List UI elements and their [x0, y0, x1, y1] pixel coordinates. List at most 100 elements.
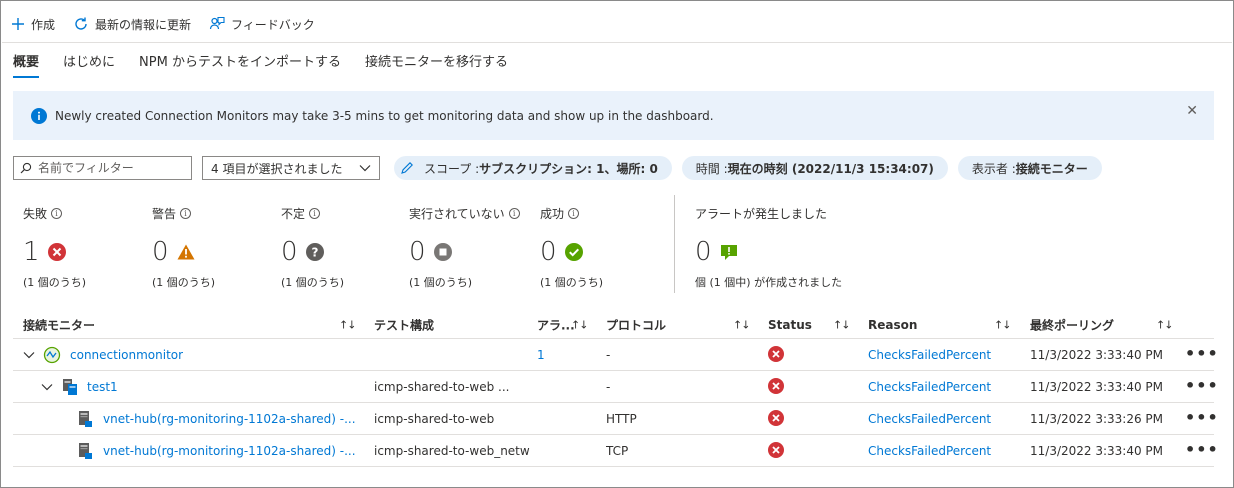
feedback-button[interactable]: フィードバック: [209, 16, 315, 33]
alerts-sub: 個 (1 個中) が作成されました: [695, 276, 843, 289]
stopped-icon: [433, 243, 452, 261]
sort-icon[interactable]: ↑↓: [833, 318, 849, 331]
reason-link[interactable]: ChecksFailedPercent: [868, 380, 991, 394]
info-icon[interactable]: i: [568, 208, 580, 219]
stat-label: 警告: [152, 207, 177, 221]
info-icon[interactable]: i: [309, 208, 321, 219]
stat-sub: (1 個のうち): [152, 276, 216, 289]
alerts-cell[interactable]: 1: [537, 348, 545, 362]
protocol-cell: HTTP: [606, 411, 637, 426]
time-prefix: 時間 :: [695, 161, 728, 176]
protocol-cell: TCP: [606, 443, 629, 458]
viewer-prefix: 表示者 :: [971, 161, 1016, 176]
stat-label: 失敗: [23, 207, 48, 221]
chevron-down-icon[interactable]: [41, 381, 53, 393]
tab-import-npm[interactable]: NPM からテストをインポートする: [139, 51, 341, 78]
info-icon[interactable]: i: [180, 208, 192, 219]
alert-flag-icon: [720, 245, 737, 260]
stat-sub: (1 個のうち): [281, 276, 345, 289]
error-icon: [768, 410, 784, 426]
last-polling-cell: 11/3/2022 3:33:26 PM: [1030, 411, 1164, 426]
toolbar-divider: [2, 42, 1232, 43]
info-banner: Newly created Connection Monitors may ta…: [13, 91, 1214, 140]
test-config-cell: icmp-shared-to-web ...: [374, 379, 510, 394]
info-icon: [31, 107, 47, 124]
filter-bar: 4 項目が選択されました スコープ : サブスクリプション: 1、場所: 0 時…: [13, 156, 1102, 180]
endpoint-link[interactable]: vnet-hub(rg-monitoring-1102a-shared) -..…: [103, 412, 356, 426]
stat-success[interactable]: 成功 i 0 (1 個のうち): [540, 205, 603, 290]
test-group-link[interactable]: test1: [87, 380, 118, 394]
refresh-button[interactable]: 最新の情報に更新: [73, 16, 191, 33]
col-alerts[interactable]: アラ...: [537, 316, 575, 333]
stat-warning[interactable]: 警告 i 0 (1 個のうち): [152, 205, 215, 290]
stat-label: 不定: [281, 207, 306, 221]
app-frame: 作成 最新の情報に更新 フィードバック 概要 はじめに NPM からテストをイン…: [0, 0, 1234, 488]
scope-value: サブスクリプション: 1、場所: 0: [479, 161, 658, 176]
viewer-filter-pill[interactable]: 表示者 : 接続モニター: [957, 156, 1102, 180]
stat-failed[interactable]: 失敗 i 1 (1 個のうち): [23, 205, 86, 290]
stat-sub: (1 個のうち): [540, 276, 604, 289]
stat-unknown[interactable]: 不定 i 0 ? (1 個のうち): [281, 205, 344, 290]
stat-count: 0: [409, 237, 426, 267]
protocol-cell: -: [606, 347, 611, 362]
feedback-icon: [209, 16, 225, 30]
vm-icon: [79, 411, 92, 427]
item-select-dropdown[interactable]: 4 項目が選択されました: [202, 156, 380, 180]
more-actions-icon[interactable]: •••: [1185, 349, 1219, 359]
col-last-polling[interactable]: 最終ポーリング: [1030, 316, 1114, 333]
more-actions-icon[interactable]: •••: [1185, 445, 1219, 455]
sort-icon[interactable]: ↑↓: [339, 318, 355, 331]
col-test-config[interactable]: テスト構成: [374, 316, 434, 333]
viewer-value: 接続モニター: [1015, 161, 1088, 176]
search-icon: [20, 162, 32, 174]
create-button[interactable]: 作成: [11, 16, 55, 33]
table-row[interactable]: test1 icmp-shared-to-web ... - ChecksFai…: [13, 371, 1218, 403]
time-filter-pill[interactable]: 時間 : 現在の時刻 (2022/11/3 15:34:07): [681, 156, 948, 180]
sort-icon[interactable]: ↑↓: [571, 318, 587, 331]
reason-link[interactable]: ChecksFailedPercent: [868, 348, 991, 362]
table-row[interactable]: connectionmonitor 1 - ChecksFailedPercen…: [13, 339, 1218, 371]
sort-icon[interactable]: ↑↓: [994, 318, 1010, 331]
svg-text:?: ?: [311, 245, 318, 259]
sort-icon[interactable]: ↑↓: [733, 318, 749, 331]
search-input[interactable]: [38, 161, 178, 175]
reason-link[interactable]: ChecksFailedPercent: [868, 412, 991, 426]
table-row[interactable]: vnet-hub(rg-monitoring-1102a-shared) -..…: [13, 403, 1218, 435]
stat-label: 実行されていない: [409, 207, 505, 221]
scope-filter-pill[interactable]: スコープ : サブスクリプション: 1、場所: 0: [394, 156, 672, 180]
more-actions-icon[interactable]: •••: [1185, 381, 1219, 391]
stat-count: 0: [152, 237, 169, 267]
table-row[interactable]: vnet-hub(rg-monitoring-1102a-shared) -..…: [13, 435, 1218, 467]
stat-not-running[interactable]: 実行されていない i 0 (1 個のうち): [409, 205, 520, 290]
tab-bar: 概要 はじめに NPM からテストをインポートする 接続モニターを移行する: [13, 51, 532, 78]
warning-icon: [177, 244, 195, 260]
monitor-name-link[interactable]: connectionmonitor: [70, 348, 183, 362]
stats-divider: [674, 195, 675, 293]
tab-migrate[interactable]: 接続モニターを移行する: [365, 51, 508, 78]
test-config-cell: icmp-shared-to-web: [374, 411, 495, 426]
scope-prefix: スコープ :: [424, 161, 480, 176]
error-icon: [768, 442, 784, 458]
test-group-icon: [63, 379, 77, 395]
banner-text: Newly created Connection Monitors may ta…: [55, 108, 714, 123]
tab-overview[interactable]: 概要: [13, 51, 40, 78]
alerts-label: アラートが発生しました: [695, 207, 828, 221]
sort-icon[interactable]: ↑↓: [1156, 318, 1172, 331]
stat-count: 1: [23, 237, 40, 267]
filter-field[interactable]: [13, 156, 192, 180]
col-protocol[interactable]: プロトコル: [606, 316, 666, 333]
info-icon[interactable]: i: [51, 208, 63, 219]
col-status[interactable]: Status: [768, 318, 812, 332]
chevron-down-icon[interactable]: [23, 349, 35, 361]
tab-getting-started[interactable]: はじめに: [63, 51, 115, 78]
endpoint-link[interactable]: vnet-hub(rg-monitoring-1102a-shared) -..…: [103, 444, 356, 458]
more-actions-icon[interactable]: •••: [1185, 413, 1219, 423]
test-config-cell: icmp-shared-to-web_netw: [374, 443, 530, 458]
reason-link[interactable]: ChecksFailedPercent: [868, 444, 991, 458]
col-reason[interactable]: Reason: [868, 318, 917, 332]
connection-monitor-icon: [43, 346, 61, 364]
close-icon[interactable]: ✕: [1186, 103, 1198, 119]
stat-alerts[interactable]: アラートが発生しました 0 個 (1 個中) が作成されました: [695, 205, 842, 290]
info-icon[interactable]: i: [508, 208, 520, 219]
col-monitor[interactable]: 接続モニター: [23, 316, 95, 333]
